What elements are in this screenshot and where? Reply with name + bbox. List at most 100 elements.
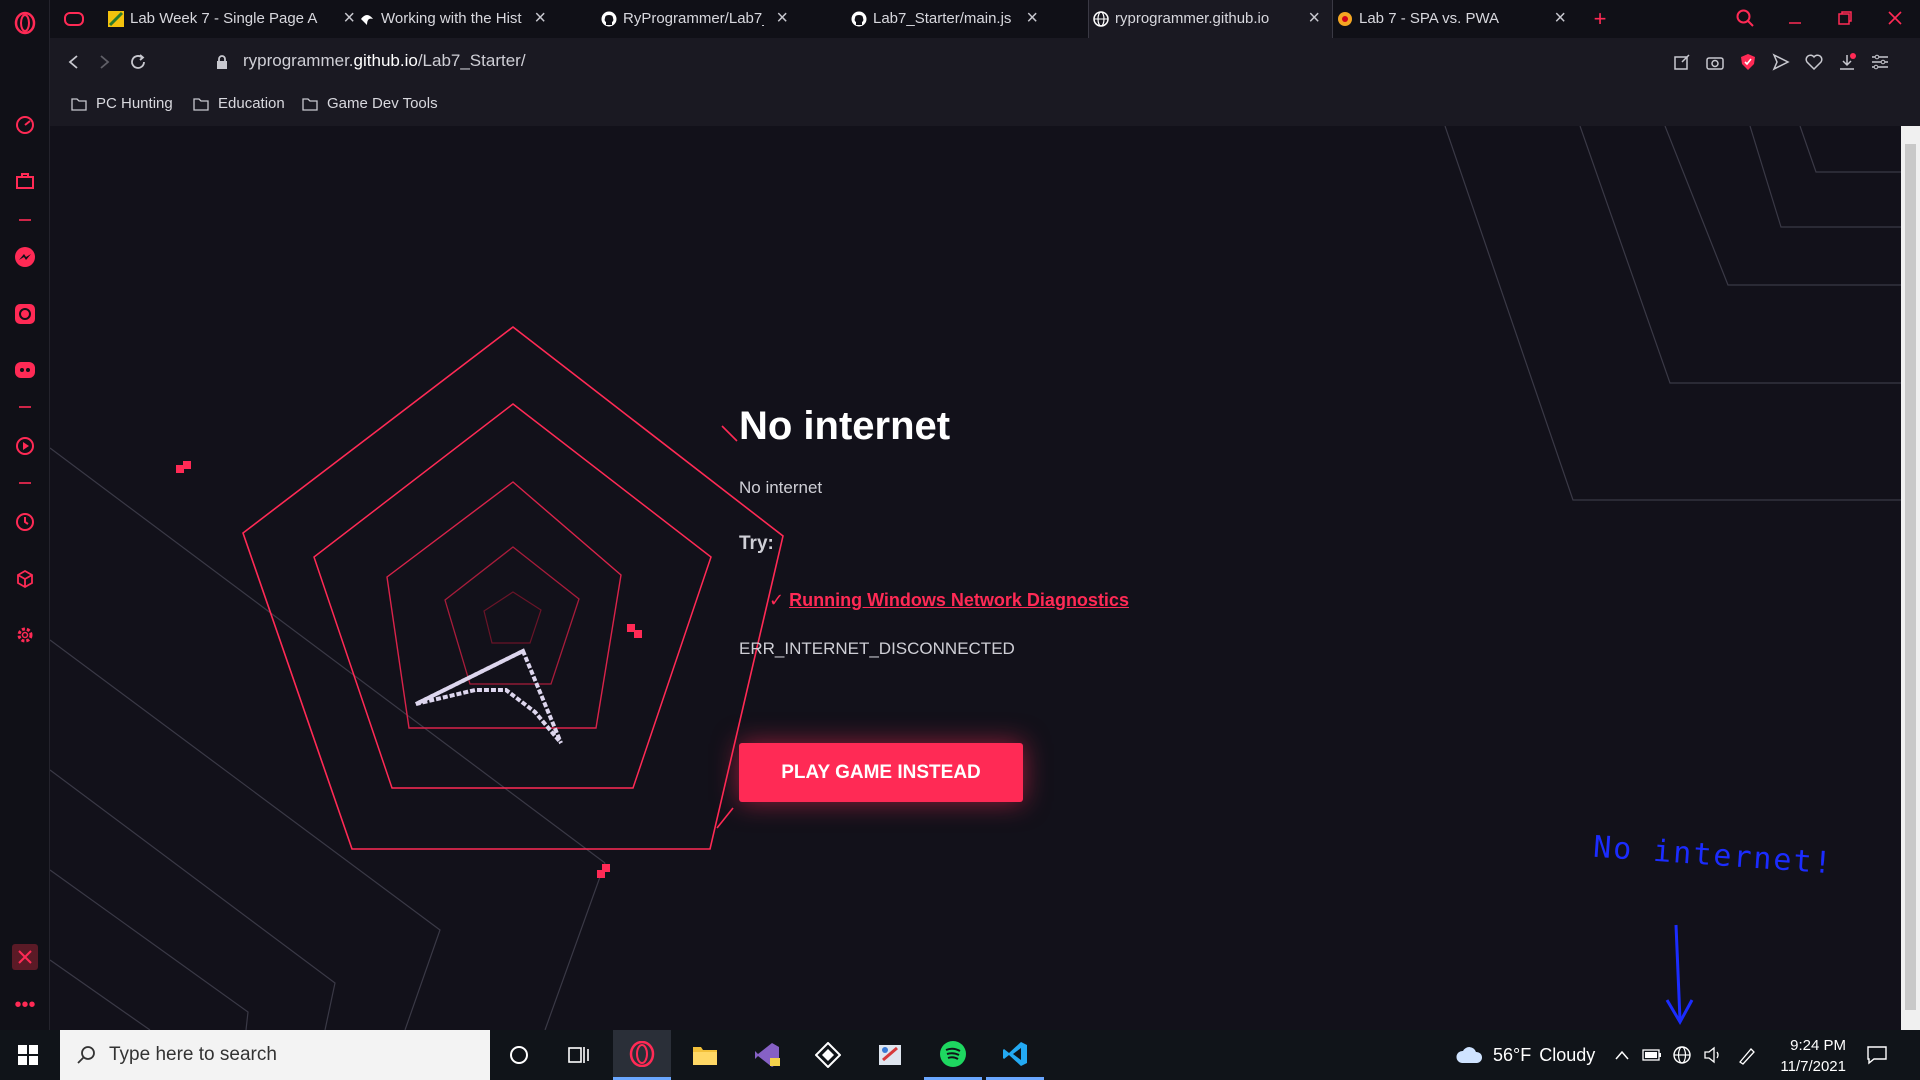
forward-icon[interactable] (92, 50, 116, 74)
easy-setup-icon[interactable] (12, 944, 38, 970)
settings-gear-icon[interactable] (12, 622, 38, 648)
search-tabs-icon[interactable] (1733, 6, 1757, 30)
tab-4[interactable]: Lab7_Starter/main.js at mai × (847, 0, 1050, 38)
windows-taskbar: Type here to search 56°F Cloudy 9:24 PM … (0, 1030, 1920, 1080)
battery-icon[interactable] (1642, 1030, 1662, 1080)
tab-title: Working with the History A (381, 10, 522, 27)
tab-title: RyProgrammer/Lab7_Starte (623, 10, 764, 27)
tab-6[interactable]: Lab 7 - SPA vs. PWA × (1333, 0, 1578, 38)
taskbar-clock[interactable]: 9:24 PM 11/7/2021 (1780, 1035, 1846, 1077)
search-icon (77, 1046, 95, 1064)
opera-gx-taskbar-icon[interactable] (613, 1030, 671, 1080)
page-title: No internet (739, 404, 951, 448)
extensions-cube-icon[interactable] (12, 566, 38, 592)
adblock-shield-icon[interactable] (1736, 50, 1760, 74)
error-message: No internet (739, 478, 823, 497)
send-icon[interactable] (1769, 50, 1793, 74)
clock-time: 9:24 PM (1790, 1037, 1846, 1054)
easy-setup-menu-icon[interactable] (1868, 50, 1892, 74)
url-field[interactable]: ryprogrammer.github.io/Lab7_Starter/ (243, 51, 526, 71)
tab-title: Lab7_Starter/main.js at mai (873, 10, 1014, 27)
instagram-icon[interactable] (12, 301, 38, 327)
close-tab-icon[interactable]: × (1026, 8, 1038, 28)
bookmark-folder[interactable]: PC Hunting (71, 95, 173, 112)
new-tab-icon[interactable]: + (1588, 6, 1612, 31)
close-tab-icon[interactable]: × (1308, 8, 1320, 28)
restore-icon[interactable] (1833, 6, 1857, 30)
back-icon[interactable] (62, 50, 86, 74)
windows-start-icon[interactable] (0, 1030, 56, 1080)
close-window-icon[interactable] (1883, 6, 1907, 30)
tab-title: Lab Week 7 - Single Page A (130, 10, 318, 27)
snapshot-edit-icon[interactable] (1670, 50, 1694, 74)
close-tab-icon[interactable]: × (776, 8, 788, 28)
suggestion-item: ✓ Running Windows Network Diagnostics (769, 590, 1129, 611)
tab-title: ryprogrammer.github.io (1115, 10, 1270, 27)
search-placeholder: Type here to search (109, 1044, 277, 1065)
player-icon[interactable] (12, 433, 38, 459)
lock-icon[interactable] (210, 50, 234, 74)
unity-hub-icon[interactable] (799, 1030, 857, 1080)
spotify-icon[interactable] (924, 1030, 982, 1080)
error-code: ERR_INTERNET_DISCONNECTED (739, 639, 1015, 658)
cortana-icon[interactable] (490, 1030, 548, 1080)
tab-5[interactable]: ryprogrammer.github.io × (1088, 0, 1333, 38)
bookmark-folder[interactable]: Game Dev Tools (302, 95, 438, 112)
tab-1[interactable]: Lab Week 7 - Single Page A × (104, 0, 367, 38)
workspace-icon[interactable] (12, 168, 38, 194)
messenger-icon[interactable] (12, 244, 38, 270)
pen-workspace-icon[interactable] (1737, 1030, 1757, 1080)
close-tab-icon[interactable]: × (343, 8, 355, 28)
tab-2[interactable]: Working with the History A × (355, 0, 558, 38)
heart-icon[interactable] (1802, 50, 1826, 74)
camera-icon[interactable] (1703, 50, 1727, 74)
close-tab-icon[interactable]: × (1554, 8, 1566, 28)
vscode-icon[interactable] (986, 1030, 1044, 1080)
visual-studio-icon[interactable] (738, 1030, 796, 1080)
tray-chevron-icon[interactable] (1615, 1030, 1629, 1080)
discord-icon[interactable] (12, 357, 38, 383)
sidebar-divider (19, 406, 31, 408)
download-icon[interactable] (1835, 50, 1859, 74)
page-scrollbar[interactable] (1901, 126, 1920, 1030)
network-globe-icon[interactable] (1672, 1030, 1692, 1080)
minimize-icon[interactable] (1783, 6, 1807, 30)
opera-sidebar: ••• (0, 0, 50, 1030)
bookmark-label: Education (218, 95, 285, 112)
bookmark-folder[interactable]: Education (193, 95, 285, 112)
opera-logo-icon[interactable] (12, 10, 38, 36)
taskbar-search[interactable]: Type here to search (60, 1030, 490, 1080)
history-icon[interactable] (12, 509, 38, 535)
canvas-icon (108, 11, 124, 27)
gx-controller-icon[interactable] (62, 7, 86, 31)
paint-app-icon[interactable] (861, 1030, 919, 1080)
bookmark-label: Game Dev Tools (327, 95, 438, 112)
notifications-icon[interactable] (1866, 1030, 1888, 1080)
sidebar-divider (19, 482, 31, 484)
try-heading: Try: (739, 533, 774, 554)
speed-dial-icon[interactable] (12, 112, 38, 138)
network-diagnostics-link[interactable]: Running Windows Network Diagnostics (789, 590, 1129, 610)
folder-icon (193, 97, 209, 111)
volume-icon[interactable] (1703, 1030, 1723, 1080)
close-tab-icon[interactable]: × (534, 8, 546, 28)
reload-icon[interactable] (126, 50, 150, 74)
github-icon (851, 11, 867, 27)
weather-temp: 56°F (1493, 1044, 1532, 1065)
pwa-icon (1337, 11, 1353, 27)
github-icon (601, 11, 617, 27)
weather-widget[interactable]: 56°F Cloudy (1455, 1030, 1595, 1080)
page-background-art (50, 126, 1901, 1030)
mdn-icon (359, 11, 375, 27)
folder-icon (71, 97, 87, 111)
weather-desc: Cloudy (1539, 1044, 1596, 1065)
file-explorer-icon[interactable] (676, 1030, 734, 1080)
tab-3[interactable]: RyProgrammer/Lab7_Starte × (597, 0, 800, 38)
task-view-icon[interactable] (550, 1030, 608, 1080)
address-bar: ryprogrammer.github.io/Lab7_Starter/ (50, 38, 1920, 86)
more-dots-icon[interactable]: ••• (12, 992, 38, 1018)
folder-icon (302, 97, 318, 111)
globe-icon (1093, 11, 1109, 27)
scrollbar-thumb[interactable] (1905, 144, 1916, 1010)
play-game-button[interactable]: PLAY GAME INSTEAD (739, 743, 1023, 802)
